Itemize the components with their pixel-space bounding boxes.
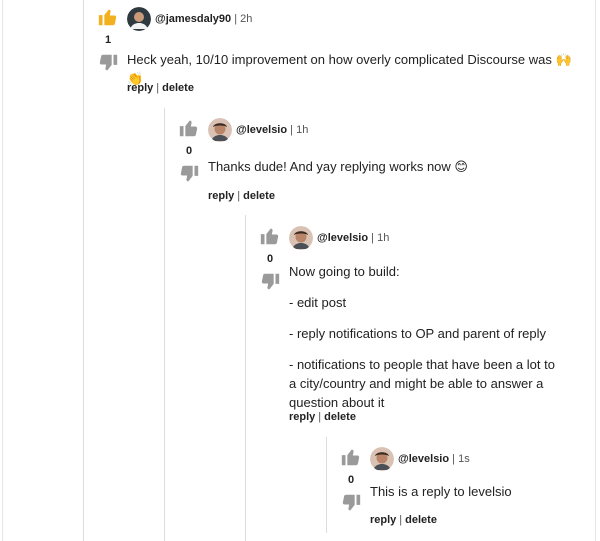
- reply-link[interactable]: reply: [289, 411, 315, 423]
- page-border-right: [595, 0, 596, 541]
- reply-link[interactable]: reply: [208, 190, 234, 202]
- comment-body: Heck yeah, 10/10 improvement on how over…: [127, 50, 577, 100]
- action-separator: |: [156, 82, 160, 94]
- thumbs-down-icon[interactable]: [178, 163, 200, 185]
- vote-widget: 0: [259, 225, 281, 293]
- comment-actions: reply | delete: [127, 82, 194, 94]
- comment-actions: reply | delete: [208, 190, 275, 202]
- thread-line: [83, 0, 84, 541]
- vote-count: 1: [104, 34, 112, 46]
- action-separator: |: [318, 411, 322, 423]
- vote-count: 0: [185, 145, 193, 157]
- vote-widget: 1: [97, 6, 119, 74]
- thumbs-down-icon[interactable]: [259, 271, 281, 293]
- comment: 0 @levelsio | 1s This is a reply to leve…: [340, 446, 580, 536]
- comment-text: - reply notifications to OP and parent o…: [289, 326, 547, 341]
- avatar[interactable]: [127, 7, 151, 31]
- vote-widget: 0: [178, 117, 200, 185]
- avatar[interactable]: [370, 447, 394, 471]
- comment-header: @levelsio | 1h: [289, 225, 389, 251]
- comment-text: Heck yeah, 10/10 improvement on how over…: [127, 52, 572, 86]
- thumbs-down-icon[interactable]: [97, 52, 119, 74]
- vote-widget: 0: [340, 446, 362, 514]
- vote-count: 0: [347, 474, 355, 486]
- delete-link[interactable]: delete: [243, 190, 275, 202]
- author-handle[interactable]: @jamesdaly90: [155, 13, 231, 25]
- comment-header: @levelsio | 1s: [370, 446, 470, 472]
- reply-link[interactable]: reply: [370, 514, 396, 526]
- page-border-left: [2, 0, 3, 541]
- thumbs-up-icon[interactable]: [340, 446, 362, 468]
- timestamp: | 1h: [290, 124, 309, 136]
- action-separator: |: [399, 514, 403, 526]
- thumbs-up-icon[interactable]: [178, 117, 200, 139]
- delete-link[interactable]: delete: [162, 82, 194, 94]
- action-separator: |: [237, 190, 241, 202]
- delete-link[interactable]: delete: [324, 411, 356, 423]
- author-handle[interactable]: @levelsio: [398, 453, 449, 465]
- thumbs-down-icon[interactable]: [340, 492, 362, 514]
- thread-line: [245, 215, 246, 541]
- vote-count: 0: [266, 253, 274, 265]
- thread-line: [164, 108, 165, 541]
- timestamp: | 1s: [452, 453, 470, 465]
- timestamp: | 2h: [234, 13, 253, 25]
- delete-link[interactable]: delete: [405, 514, 437, 526]
- comment-actions: reply | delete: [370, 514, 437, 526]
- thumbs-up-icon[interactable]: [259, 225, 281, 247]
- comment-text: This is a reply to levelsio: [370, 484, 512, 499]
- author-handle[interactable]: @levelsio: [317, 232, 368, 244]
- timestamp: | 1h: [371, 232, 390, 244]
- comment-text: Thanks dude! And yay replying works now …: [208, 159, 468, 174]
- comment-text: - notifications to people that have been…: [289, 357, 555, 410]
- comment-body: This is a reply to levelsio: [370, 482, 590, 513]
- avatar[interactable]: [208, 118, 232, 142]
- author-handle[interactable]: @levelsio: [236, 124, 287, 136]
- comment-actions: reply | delete: [289, 411, 356, 423]
- comment: 1 @jamesdaly90 | 2h Heck yeah, 10/10 imp…: [97, 6, 577, 106]
- thumbs-up-icon[interactable]: [97, 6, 119, 28]
- comment-header: @levelsio | 1h: [208, 117, 308, 143]
- comment: 0 @levelsio | 1h Now going to build: - e…: [259, 225, 579, 430]
- comment-body: Thanks dude! And yay replying works now …: [208, 157, 588, 188]
- avatar[interactable]: [289, 226, 313, 250]
- reply-link[interactable]: reply: [127, 82, 153, 94]
- comment-body: Now going to build: - edit post - reply …: [289, 262, 564, 424]
- thread-line: [326, 437, 327, 533]
- comment-text: - edit post: [289, 295, 347, 310]
- comment-header: @jamesdaly90 | 2h: [127, 6, 252, 32]
- comment-text: Now going to build:: [289, 264, 400, 279]
- comment: 0 @levelsio | 1h Thanks dude! And yay re…: [178, 117, 578, 212]
